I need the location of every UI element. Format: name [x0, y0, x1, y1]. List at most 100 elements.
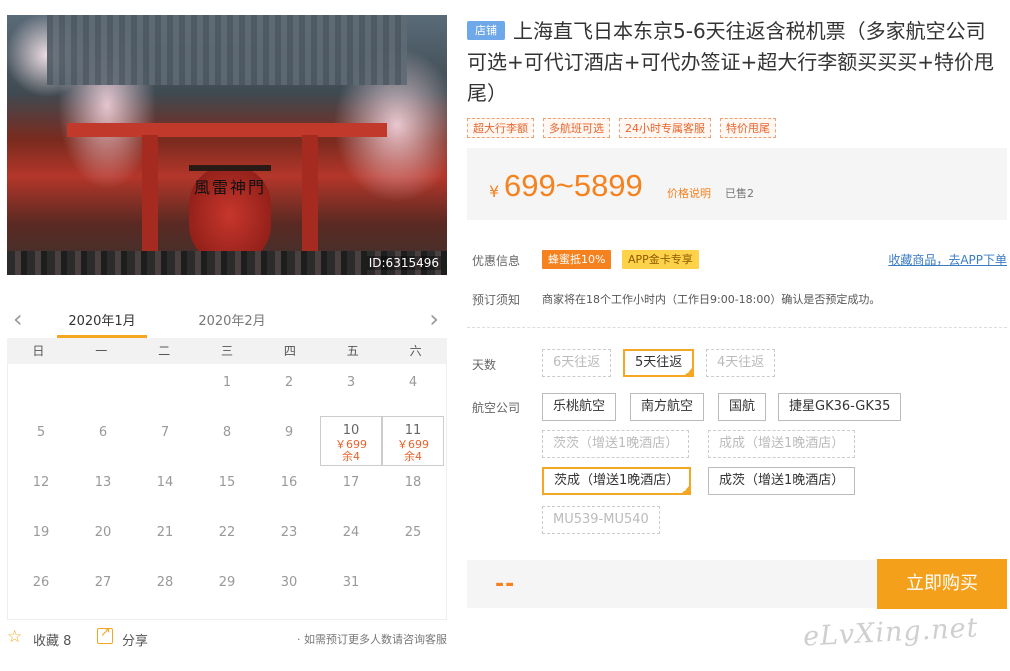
calendar-day: 5: [10, 416, 72, 466]
store-badge[interactable]: 店铺: [467, 21, 505, 40]
group-booking-note: · 如需预订更多人数请咨询客服: [297, 633, 447, 646]
airline-option-selected[interactable]: 茨成（增送1晚酒店）: [542, 467, 692, 502]
calendar-day-available[interactable]: 11 ￥699 余4: [382, 416, 444, 466]
day-number: 25: [404, 525, 422, 540]
calendar-day: 12: [10, 466, 72, 516]
calendar-day: 6: [72, 416, 134, 466]
share-button[interactable]: 分享: [122, 630, 148, 649]
airline-option[interactable]: 乐桃航空: [542, 393, 617, 421]
calendar-day: 26: [10, 566, 72, 616]
calendar-day: 2: [258, 366, 320, 416]
calendar-day: 29: [196, 566, 258, 616]
star-icon[interactable]: ☆: [7, 626, 22, 648]
day-number: 11: [404, 423, 422, 438]
day-number: 19: [32, 525, 50, 540]
product-title: 上海直飞日本东京5-6天往返含税机票（多家航空公司可选+可代订酒店+可代办签证+…: [467, 19, 995, 105]
calendar-day: 8: [196, 416, 258, 466]
currency-symbol: ¥: [489, 182, 500, 201]
day-number: 23: [280, 525, 298, 540]
calendar-day: 18: [382, 466, 444, 516]
day-number: 2: [284, 375, 294, 390]
calendar-day: 7: [134, 416, 196, 466]
calendar-day: 20: [72, 516, 134, 566]
airline-option[interactable]: 捷星GK36-GK35: [778, 393, 902, 421]
action-footer: ☆ 收藏 8 分享 · 如需预订更多人数请咨询客服: [7, 625, 447, 650]
calendar-weekday-header: 日 一 二 三 四 五 六: [7, 338, 447, 364]
lantern-band: [189, 165, 271, 171]
booking-label: 预订须知: [472, 293, 521, 307]
favorite-app-link[interactable]: 收藏商品，去APP下单: [888, 251, 1007, 268]
day-number: 12: [32, 475, 50, 490]
calendar-month-nav: ‹ 2020年1月 2020年2月 ›: [7, 300, 447, 340]
day-remaining: 余4: [404, 450, 422, 463]
day-number: 26: [32, 575, 50, 590]
airline-option[interactable]: 成茨（增送1晚酒店）: [708, 467, 856, 495]
calendar-day: 24: [320, 516, 382, 566]
day-number: 20: [94, 525, 112, 540]
day-number: 6: [98, 425, 108, 440]
day-number: 9: [284, 425, 294, 440]
price-explanation-link[interactable]: 价格说明: [667, 185, 711, 201]
buy-now-button[interactable]: 立即购买: [877, 559, 1007, 609]
calendar-day: 28: [134, 566, 196, 616]
promo-badge-honey: 蜂蜜抵10%: [542, 250, 612, 269]
day-number: 30: [280, 575, 298, 590]
days-label: 天数: [472, 358, 497, 372]
day-number: 16: [280, 475, 298, 490]
day-number: 31: [342, 575, 360, 590]
airline-label: 航空公司: [472, 401, 521, 415]
month-tab-current[interactable]: 2020年1月: [57, 310, 147, 329]
price-range: 699~5899: [504, 168, 643, 203]
temple-roof: [47, 15, 407, 85]
calendar-day: 1: [196, 366, 258, 416]
day-number: 17: [342, 475, 360, 490]
airline-option[interactable]: 成成（增送1晚酒店）: [708, 430, 856, 458]
day-remaining: 余4: [342, 450, 360, 463]
month-tab-next[interactable]: 2020年2月: [187, 310, 277, 329]
day-number: 22: [218, 525, 236, 540]
day-number: 13: [94, 475, 112, 490]
calendar-day: 25: [382, 516, 444, 566]
image-id-label: ID:6315496: [366, 256, 441, 270]
day-number: 18: [404, 475, 422, 490]
calendar-day: 4: [382, 366, 444, 416]
airline-option[interactable]: MU539-MU540: [542, 506, 660, 534]
chevron-right-icon[interactable]: ›: [429, 307, 439, 331]
day-number: 10: [342, 423, 360, 438]
chevron-left-icon[interactable]: ‹: [13, 307, 23, 331]
weekday-label: 二: [158, 344, 171, 358]
weekday-label: 三: [221, 344, 234, 358]
day-number: 4: [408, 375, 418, 390]
calendar-day: 9: [258, 416, 320, 466]
calendar-day: 21: [134, 516, 196, 566]
weekday-label: 一: [95, 344, 108, 358]
weekday-label: 日: [32, 344, 45, 358]
calendar-day: 22: [196, 516, 258, 566]
promo-label: 优惠信息: [472, 254, 521, 268]
calendar-day-available[interactable]: 10 ￥699 余4: [320, 416, 382, 466]
feature-tag: 24小时专属客服: [619, 118, 711, 138]
lantern-text: 風雷神門: [193, 178, 266, 197]
site-watermark: eLvXing.net: [802, 612, 980, 653]
day-number: 28: [156, 575, 174, 590]
day-number: 1: [222, 375, 232, 390]
red-lantern: 風雷神門: [189, 165, 271, 265]
share-icon[interactable]: [97, 625, 113, 644]
divider: [467, 327, 1007, 328]
day-number: 8: [222, 425, 232, 440]
calendar-day: 17: [320, 466, 382, 516]
airline-option[interactable]: 国航: [718, 393, 767, 421]
favorite-button[interactable]: 收藏 8: [33, 630, 71, 649]
day-number: 29: [218, 575, 236, 590]
day-number: 27: [94, 575, 112, 590]
weekday-label: 六: [409, 344, 422, 358]
product-image[interactable]: 風雷神門 ID:6315496: [7, 15, 447, 275]
price-panel: ¥ 699~5899 价格说明 已售2: [467, 148, 1007, 220]
days-option-selected[interactable]: 5天往返: [623, 349, 695, 384]
days-option[interactable]: 6天往返: [542, 349, 612, 377]
day-number: 24: [342, 525, 360, 540]
calendar-day: 19: [10, 516, 72, 566]
airline-option[interactable]: 茨茨（增送1晚酒店）: [542, 430, 690, 458]
days-option[interactable]: 4天往返: [706, 349, 776, 377]
airline-option[interactable]: 南方航空: [630, 393, 705, 421]
